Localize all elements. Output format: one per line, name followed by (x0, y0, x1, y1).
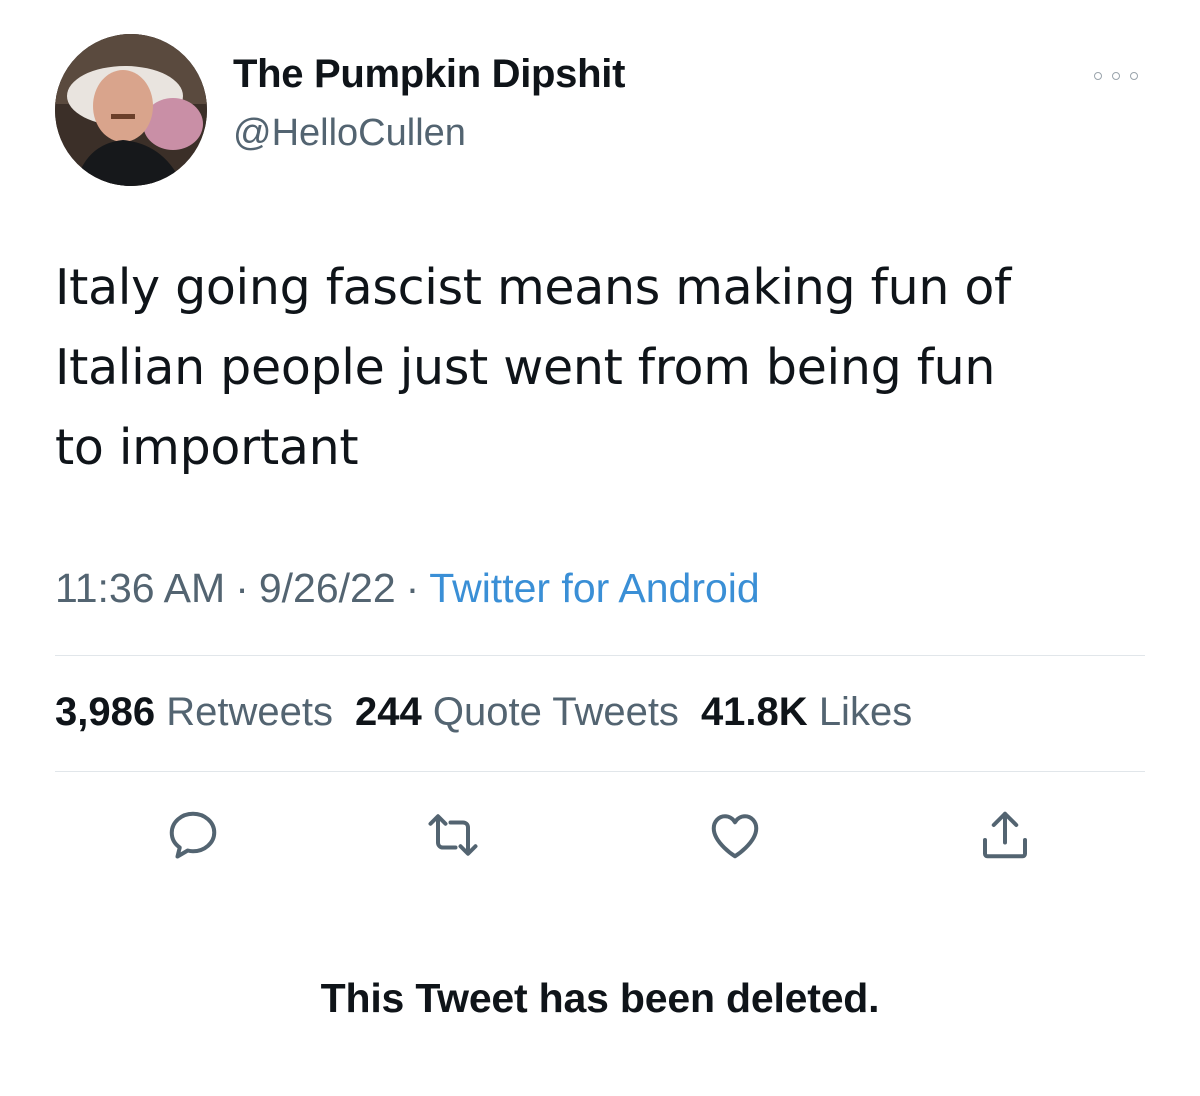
tweet-meta: 11:36 AM · 9/26/22 · Twitter for Android (55, 565, 760, 612)
more-horizontal-icon (1094, 72, 1102, 80)
quotes-label: Quote Tweets (432, 690, 679, 734)
reply-icon (169, 811, 217, 859)
likes-label: Likes (818, 690, 913, 734)
tweet-text-line: Italian people just went from being fun (55, 339, 996, 396)
avatar[interactable] (55, 34, 207, 186)
tweet-text: Italy going fascist means making fun of … (55, 248, 1155, 488)
divider (55, 655, 1145, 656)
reply-button[interactable] (158, 800, 228, 870)
meta-separator: · (235, 565, 249, 611)
quotes-count: 244 (354, 690, 422, 734)
divider (55, 771, 1145, 772)
share-icon (983, 811, 1027, 859)
retweets-stat[interactable]: 3,986 Retweets (55, 690, 333, 734)
tweet-time[interactable]: 11:36 AM (55, 565, 225, 611)
author-handle[interactable]: @HelloCullen (233, 112, 466, 155)
heart-icon (711, 814, 759, 859)
retweet-icon (428, 814, 478, 856)
tweet-stats: 3,986 Retweets 244 Quote Tweets 41.8K Like… (55, 690, 912, 735)
retweet-button[interactable] (418, 800, 488, 870)
like-button[interactable] (700, 800, 770, 870)
retweets-count: 3,986 (55, 690, 156, 734)
more-dot (1130, 72, 1138, 80)
quotes-stat[interactable]: 244 Quote Tweets (355, 690, 679, 734)
likes-stat[interactable]: 41.8K Likes (701, 690, 912, 734)
more-options-button[interactable] (1092, 62, 1140, 90)
retweets-label: Retweets (166, 690, 333, 734)
action-bar (0, 800, 1200, 870)
deleted-notice: This Tweet has been deleted. (320, 975, 880, 1021)
likes-count: 41.8K (700, 690, 808, 734)
tweet-text-line: to important (55, 419, 359, 476)
more-dot (1112, 72, 1120, 80)
tweet-text-line: Italy going fascist means making fun of (55, 259, 1012, 316)
meta-separator: · (405, 565, 420, 611)
profile-photo (55, 34, 207, 186)
tweet-source-link[interactable]: Twitter for Android (429, 565, 759, 611)
share-button[interactable] (970, 800, 1040, 870)
tweet-date[interactable]: 9/26/22 (259, 565, 396, 611)
author-display-name[interactable]: The Pumpkin Dipshit (233, 52, 625, 97)
